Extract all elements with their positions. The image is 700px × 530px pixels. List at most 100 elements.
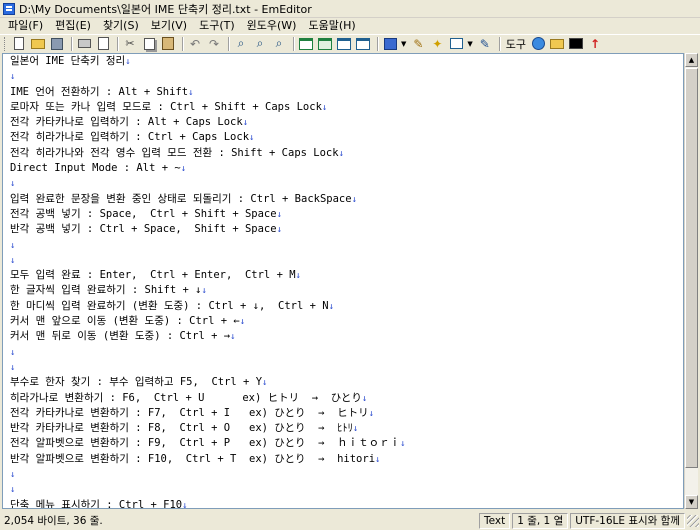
replace-button[interactable]: ⌕ — [271, 36, 287, 52]
resize-grip[interactable] — [687, 514, 699, 527]
text-line: 로마자 또는 카나 입력 모드로 : Ctrl + Shift + Caps L… — [3, 100, 683, 115]
print-button[interactable] — [76, 36, 92, 52]
globe-icon — [531, 37, 545, 50]
line-text: 커서 맨 뒤로 이동 (변환 도중) : Ctrl + → — [10, 330, 231, 343]
menu-search[interactable]: 찾기(S) — [97, 18, 145, 33]
scroll-thumb[interactable] — [685, 68, 698, 468]
properties-icon: ✎ — [413, 36, 424, 51]
newline-marker: ↓ — [10, 255, 16, 266]
line-text: 입력 완료한 문장을 변환 중인 상태로 되돌리기 : Ctrl + BackS… — [10, 192, 352, 205]
window-icon — [356, 37, 370, 50]
text-line: 입력 완료한 문장을 변환 중인 상태로 되돌리기 : Ctrl + BackS… — [3, 192, 683, 207]
new-file-icon — [14, 37, 24, 50]
properties-button[interactable]: ✎ — [410, 36, 426, 52]
redo-button[interactable]: ↷ — [206, 36, 222, 52]
newline-marker: ↓ — [352, 424, 359, 435]
cut-button[interactable]: ✂ — [122, 36, 138, 52]
find-next-button[interactable]: ⌕ — [252, 36, 268, 52]
wrench-icon: ✎ — [479, 36, 490, 51]
newline-marker: ↓ — [295, 271, 301, 282]
text-line: 커서 맨 앞으로 이동 (변환 도중) : Ctrl + ←↓ — [3, 314, 683, 329]
status-position[interactable]: 1 줄, 1 열 — [512, 512, 569, 529]
title-bar: D:\My Documents\일본어 IME 단축키 정리.txt - EmE… — [0, 0, 700, 18]
text-line: 단축 메뉴 표시하기 : Ctrl + F10↓ — [3, 498, 683, 509]
line-text: 단축 메뉴 표시하기 : Ctrl + F10 — [10, 498, 183, 509]
text-line: ↓ — [3, 345, 683, 360]
text-line: 한 마디씩 입력 완료하기 (변환 도중) : Ctrl + ↓, Ctrl +… — [3, 299, 683, 314]
view-mode-button-3[interactable] — [336, 36, 352, 52]
line-text: 반각 알파벳으로 변환하기 : F10, Ctrl + T ex) ひとり → … — [10, 452, 376, 465]
text-editor[interactable]: 일본어 IME 단축키 정리↓ ↓ IME 언어 전환하기 : Alt + Shif… — [2, 53, 684, 509]
line-text: 로마자 또는 카나 입력 모드로 : Ctrl + Shift + Caps L… — [10, 100, 322, 113]
status-encoding[interactable]: UTF-16LE 표시와 함께 — [570, 512, 685, 529]
vertical-scrollbar[interactable]: ▲ ▼ — [684, 53, 698, 509]
terminal-icon — [569, 38, 584, 49]
text-line: Direct Input Mode : Alt + ~↓ — [3, 161, 683, 176]
newline-marker: ↓ — [321, 102, 328, 113]
undo-button[interactable]: ↶ — [187, 36, 203, 52]
toolbar-separator — [377, 36, 379, 51]
toolbar-separator — [182, 36, 184, 51]
save-button[interactable] — [49, 36, 65, 52]
folder-icon — [31, 38, 45, 49]
copy-button[interactable] — [141, 36, 157, 52]
new-file-button[interactable] — [11, 36, 27, 52]
folder-icon — [550, 38, 565, 49]
tools-label: 도구 — [505, 37, 527, 51]
open-file-button[interactable] — [30, 36, 46, 52]
menu-tools[interactable]: 도구(T) — [193, 18, 241, 33]
line-text: 한 글자씩 입력 완료하기 : Shift + ↓ — [10, 284, 202, 297]
tool-button[interactable] — [448, 36, 464, 52]
line-text: 커서 맨 앞으로 이동 (변환 도중) : Ctrl + ← — [10, 315, 240, 328]
newline-marker: ↓ — [400, 439, 406, 450]
chevron-down-icon[interactable]: ▼ — [467, 40, 472, 48]
menu-view[interactable]: 보기(V) — [145, 18, 193, 33]
menu-help[interactable]: 도움말(H) — [302, 18, 361, 33]
find-button[interactable]: ⌕ — [233, 36, 249, 52]
newline-marker: ↓ — [338, 148, 345, 159]
browser-button[interactable] — [530, 36, 546, 52]
text-line: 전각 알파벳으로 변환하기 : F9, Ctrl + P ex) ひとり → ｈ… — [3, 436, 683, 451]
menu-file[interactable]: 파일(F) — [2, 18, 49, 33]
scroll-down-arrow[interactable]: ▼ — [685, 495, 698, 509]
text-line: 반각 카타카나로 변환하기 : F8, Ctrl + O ex) ひとり → ﾋ… — [3, 421, 683, 436]
external-tool-button[interactable]: ↑ — [587, 36, 603, 52]
newline-marker: ↓ — [182, 500, 188, 509]
line-text: 한 마디씩 입력 완료하기 (변환 도중) : Ctrl + ↓, Ctrl +… — [10, 299, 329, 312]
app-icon — [3, 2, 15, 15]
newline-marker: ↓ — [230, 332, 236, 343]
copy-icon — [143, 37, 155, 50]
print-preview-button[interactable] — [95, 36, 111, 52]
newline-marker: ↓ — [262, 378, 268, 389]
view-mode-button-2[interactable] — [317, 36, 333, 52]
scroll-up-arrow[interactable]: ▲ — [685, 53, 698, 67]
line-text: 전각 카타카나로 입력하기 : Alt + Caps Lock — [10, 116, 243, 129]
explorer-button[interactable] — [549, 36, 565, 52]
paste-button[interactable] — [160, 36, 176, 52]
command-prompt-button[interactable] — [568, 36, 584, 52]
status-mode[interactable]: Text — [478, 512, 511, 529]
text-line: ↓ — [3, 482, 683, 497]
settings-button[interactable]: ✎ — [477, 36, 493, 52]
newline-marker: ↓ — [125, 57, 131, 67]
view-mode-button-4[interactable] — [355, 36, 371, 52]
favorites-button[interactable]: ✦ — [429, 36, 445, 52]
favorites-icon: ✦ — [432, 36, 443, 51]
line-text: Direct Input Mode : Alt + ~ — [10, 162, 181, 175]
line-text: 히라가나로 변환하기 : F6, Ctrl + U ex) ヒトリ → ひとり — [10, 391, 362, 404]
line-text: 모두 입력 완료 : Enter, Ctrl + Enter, Ctrl + M — [10, 269, 296, 282]
text-line: 전각 카타카나로 입력하기 : Alt + Caps Lock↓ — [3, 115, 683, 130]
search-icon: ⌕ — [237, 36, 245, 50]
text-line: 반각 공백 넣기 : Ctrl + Space, Shift + Space↓ — [3, 222, 683, 237]
toolbar-separator — [293, 36, 295, 51]
text-line: ↓ — [3, 69, 683, 84]
toolbar-grip[interactable] — [4, 36, 8, 51]
config-dropdown-button[interactable] — [382, 36, 398, 52]
line-text: 전각 알파벳으로 변환하기 : F9, Ctrl + P ex) ひとり → ｈ… — [10, 437, 401, 450]
menu-window[interactable]: 윈도우(W) — [241, 18, 303, 33]
replace-icon: ⌕ — [275, 36, 283, 50]
view-mode-button-1[interactable] — [298, 36, 314, 52]
chevron-down-icon[interactable]: ▼ — [401, 40, 406, 48]
line-text: IME 언어 전환하기 : Alt + Shift — [10, 85, 189, 98]
menu-edit[interactable]: 편집(E) — [49, 18, 97, 33]
